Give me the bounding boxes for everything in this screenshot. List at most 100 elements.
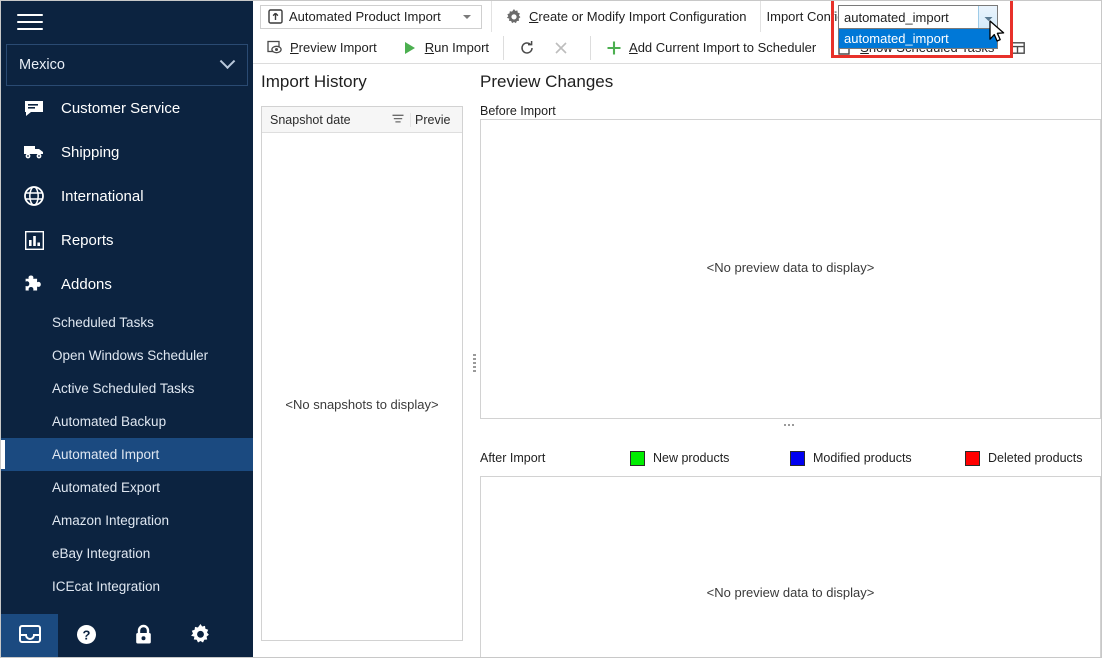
- region-selector[interactable]: Mexico: [6, 44, 248, 86]
- refresh-button[interactable]: [513, 35, 547, 61]
- lock-icon: [134, 624, 153, 650]
- legend-label: New products: [653, 451, 730, 465]
- add-to-scheduler-label: dd Current Import to Scheduler: [637, 40, 817, 55]
- create-modify-config-button[interactable]: Create or Modify Import Configuration: [500, 4, 752, 30]
- inbox-tray-icon: [18, 624, 41, 649]
- add-current-import-to-scheduler-button[interactable]: Add Current Import to Scheduler: [600, 35, 821, 61]
- sidebar-item-automated-backup[interactable]: Automated Backup: [1, 405, 253, 438]
- sidebar-item-reports[interactable]: Reports: [1, 218, 253, 262]
- plus-icon: [605, 39, 623, 57]
- before-import-grid[interactable]: <No preview data to display>: [480, 119, 1101, 419]
- sidebar-item-label: Shipping: [61, 143, 120, 161]
- sidebar-subitem-label: Active Scheduled Tasks: [52, 381, 195, 396]
- sidebar-item-customer-service[interactable]: Customer Service: [1, 86, 253, 130]
- after-import-grid[interactable]: <No preview data to display>: [480, 476, 1101, 657]
- sidebar-item-automated-import[interactable]: Automated Import: [1, 438, 253, 471]
- column-header-preview[interactable]: Previe: [410, 112, 462, 127]
- after-import-label: After Import: [480, 451, 546, 465]
- create-modify-config-label: reate or Modify Import Configuration: [538, 9, 747, 24]
- dropdown-option[interactable]: automated_import: [839, 29, 997, 48]
- toolbar-divider: [590, 35, 592, 60]
- legend-color-swatch-modified: [790, 450, 805, 466]
- sidebar-item-active-scheduled-tasks[interactable]: Active Scheduled Tasks: [1, 372, 253, 405]
- chat-bubble-icon: [21, 97, 47, 119]
- sort-filter-icon[interactable]: [392, 113, 404, 127]
- sidebar-subitem-label: Automated Backup: [52, 414, 167, 429]
- truck-icon: [21, 141, 47, 163]
- sidebar-item-label: Reports: [61, 231, 114, 249]
- sidebar-item-label: Customer Service: [61, 99, 181, 117]
- sidebar-subitem-label: Scheduled Tasks: [52, 315, 154, 330]
- sidebar-subitem-label: Open Windows Scheduler: [52, 348, 209, 363]
- application-window: Mexico Customer Service Shipping Interna…: [0, 0, 1102, 658]
- import-history-empty-message: <No snapshots to display>: [285, 397, 439, 412]
- help-question-icon: ?: [76, 624, 97, 650]
- cancel-button[interactable]: [547, 35, 581, 61]
- legend-color-swatch-new: [630, 450, 645, 466]
- run-import-button[interactable]: Run Import: [396, 35, 494, 61]
- legend-label: Deleted products: [988, 451, 1083, 465]
- column-header-snapshot-date[interactable]: Snapshot date: [262, 113, 410, 127]
- import-history-panel: Import History Snapshot date Previe <No …: [253, 64, 471, 657]
- settings-button[interactable]: [172, 614, 229, 657]
- run-import-accel: R: [424, 40, 435, 55]
- import-configuration-dropdown-list[interactable]: automated_import: [838, 29, 998, 49]
- before-import-empty-message: <No preview data to display>: [706, 260, 875, 275]
- sidebar-item-icecat-integration[interactable]: ICEcat Integration: [1, 570, 253, 603]
- toolbar-divider: [503, 35, 505, 60]
- hamburger-menu-button[interactable]: [1, 1, 253, 43]
- legend-deleted-products: Deleted products: [965, 450, 1083, 466]
- legend-color-swatch-deleted: [965, 450, 980, 466]
- caret-down-icon: [463, 14, 471, 19]
- toolbar-row-primary: Automated Product Import Create or Modif…: [253, 1, 888, 32]
- bar-chart-icon: [21, 229, 47, 251]
- splitter-grip-icon: [473, 354, 476, 374]
- grid-header-row: Snapshot date Previe: [262, 107, 462, 133]
- preview-import-accel: P: [290, 40, 299, 55]
- preview-import-label: review Import: [298, 40, 377, 55]
- sidebar-item-amazon-integration[interactable]: Amazon Integration: [1, 504, 253, 537]
- legend-modified-products: Modified products: [790, 450, 965, 466]
- hamburger-icon: [17, 9, 43, 35]
- vertical-splitter[interactable]: [471, 64, 478, 657]
- import-configuration-combobox[interactable]: automated_import: [838, 5, 998, 29]
- create-modify-config-accel: C: [529, 9, 539, 24]
- sidebar-subitem-label: Amazon Integration: [52, 513, 170, 528]
- inbox-tray-button[interactable]: [1, 614, 58, 657]
- sidebar-item-ebay-integration[interactable]: eBay Integration: [1, 537, 253, 570]
- play-triangle-icon: [401, 39, 419, 57]
- sidebar-subitem-label: eBay Integration: [52, 546, 151, 561]
- preview-legend-row: After Import New products Modified produ…: [478, 447, 1101, 469]
- toolbar: Automated Product Import Create or Modif…: [253, 1, 1101, 64]
- preview-import-button[interactable]: Preview Import: [261, 35, 382, 61]
- chevron-down-icon: [219, 52, 236, 69]
- sidebar-item-open-windows-scheduler[interactable]: Open Windows Scheduler: [1, 339, 253, 372]
- sidebar-item-automated-export[interactable]: Automated Export: [1, 471, 253, 504]
- sidebar-item-scheduled-tasks[interactable]: Scheduled Tasks: [1, 306, 253, 339]
- svg-text:?: ?: [83, 627, 91, 642]
- preview-eye-icon: [266, 39, 284, 57]
- grid-view-button[interactable]: [1003, 35, 1037, 61]
- import-type-combobox[interactable]: Automated Product Import: [260, 4, 482, 29]
- sidebar-subitem-label: Automated Import: [52, 447, 160, 462]
- horizontal-splitter-grip-icon[interactable]: [784, 424, 796, 426]
- gear-icon: [505, 8, 523, 26]
- run-import-label: un Import: [434, 40, 490, 55]
- toolbar-divider: [491, 1, 492, 32]
- toolbar-divider: [759, 1, 761, 32]
- sidebar-item-label: Addons: [61, 275, 112, 293]
- refresh-circular-arrow-icon: [518, 39, 536, 57]
- lock-button[interactable]: [115, 614, 172, 657]
- globe-icon: [21, 185, 47, 207]
- import-history-title: Import History: [261, 72, 367, 91]
- sidebar-subitem-label: Automated Export: [52, 480, 161, 495]
- sidebar-item-label: International: [61, 187, 144, 205]
- sidebar-item-international[interactable]: International: [1, 174, 253, 218]
- help-button[interactable]: ?: [58, 614, 115, 657]
- sidebar-item-shipping[interactable]: Shipping: [1, 130, 253, 174]
- import-history-grid[interactable]: Snapshot date Previe <No snapshots to di…: [261, 106, 463, 641]
- add-to-scheduler-accel: A: [629, 40, 638, 55]
- region-selector-value: Mexico: [19, 57, 65, 73]
- sidebar-item-addons[interactable]: Addons: [1, 262, 253, 306]
- sidebar: Mexico Customer Service Shipping Interna…: [1, 1, 253, 657]
